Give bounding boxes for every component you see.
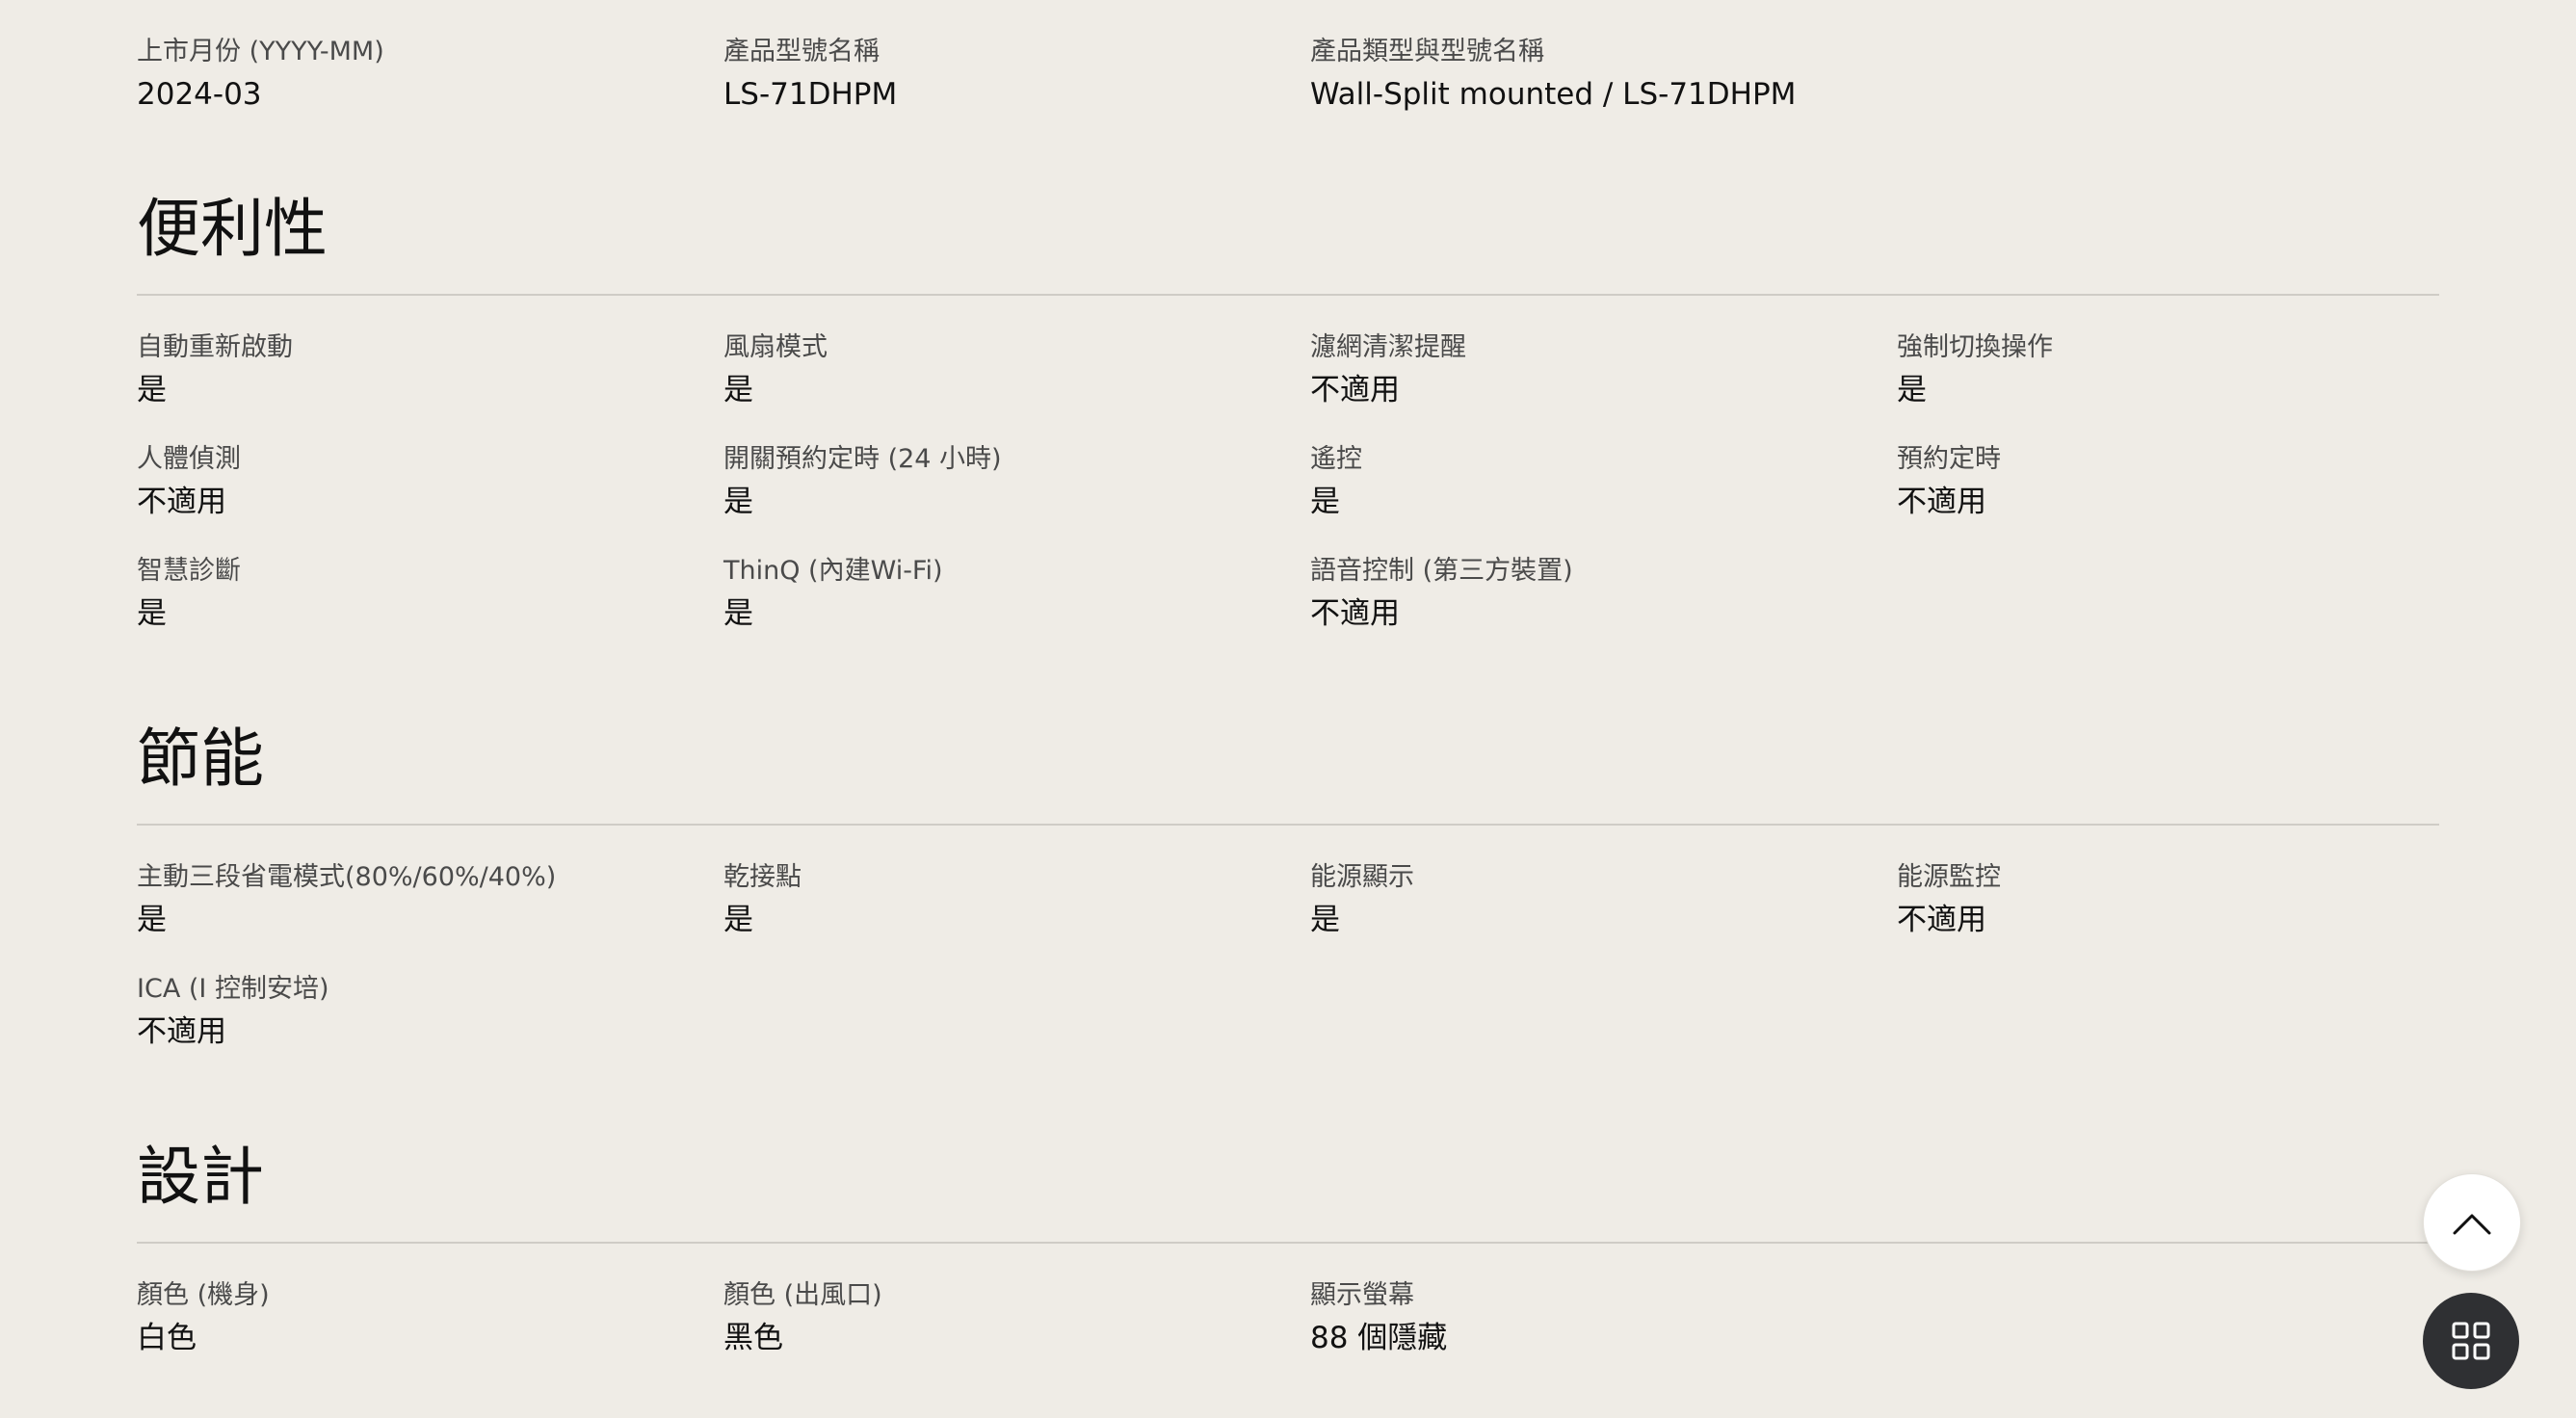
spec-value: 是 xyxy=(723,373,753,407)
product-info-grid: 上市月份 (YYYY-MM) 2024-03 產品型號名稱 LS-71DHPM … xyxy=(137,0,2439,110)
spec-item-product-type: 產品類型與型號名稱 Wall-Split mounted / LS-71DHPM xyxy=(1310,0,1897,110)
spec-label: 產品型號名稱 xyxy=(723,37,880,66)
spec-item: 乾接點 是 xyxy=(723,826,1310,937)
spec-label: 能源顯示 xyxy=(1310,862,1414,892)
spec-value: 不適用 xyxy=(1310,596,1400,631)
spec-value: 是 xyxy=(723,903,753,937)
spec-grid: 主動三段省電模式(80%/60%/40%) 是 乾接點 是 能源顯示 是 能源監… xyxy=(137,826,2439,1049)
spec-item: 語音控制 (第三方裝置) 不適用 xyxy=(1310,519,1897,631)
spec-item: 自動重新啟動 是 xyxy=(137,296,723,407)
grid-icon xyxy=(2452,1322,2490,1360)
spec-label: 顏色 (機身) xyxy=(137,1280,270,1310)
scroll-to-top-button[interactable] xyxy=(2423,1173,2521,1272)
spec-value: 白色 xyxy=(137,1321,197,1355)
spec-item: 能源顯示 是 xyxy=(1310,826,1897,937)
spec-label: 乾接點 xyxy=(723,862,802,892)
spec-value: 是 xyxy=(1897,373,1927,407)
spec-value: 不適用 xyxy=(137,1014,226,1049)
spec-item: 遙控 是 xyxy=(1310,407,1897,519)
spec-item-launch-month: 上市月份 (YYYY-MM) 2024-03 xyxy=(137,0,723,110)
spec-value: 是 xyxy=(137,903,167,937)
spec-value: 是 xyxy=(723,485,753,519)
spec-value: 是 xyxy=(723,596,753,631)
spec-value: 是 xyxy=(1310,485,1340,519)
spec-value: 黑色 xyxy=(723,1321,783,1355)
spec-label: 產品類型與型號名稱 xyxy=(1310,37,1544,66)
spec-value: LS-71DHPM xyxy=(723,77,898,112)
spec-label: 人體偵測 xyxy=(137,444,241,474)
spec-item-model-name: 產品型號名稱 LS-71DHPM xyxy=(723,0,1310,110)
spec-value: Wall-Split mounted / LS-71DHPM xyxy=(1310,77,1797,112)
section-convenience: 便利性 自動重新啟動 是 風扇模式 是 濾網清潔提醒 不適用 強制切換操作 是 … xyxy=(137,197,2439,631)
spec-label: ThinQ (內建Wi-Fi) xyxy=(723,556,943,586)
section-title: 節能 xyxy=(137,722,264,796)
spec-item: 顏色 (出風口) 黑色 xyxy=(723,1244,1310,1355)
spec-label: 上市月份 (YYYY-MM) xyxy=(137,37,384,66)
spec-item: 能源監控 不適用 xyxy=(1897,826,2439,937)
spec-item: ICA (I 控制安培) 不適用 xyxy=(137,937,723,1049)
section-design: 設計 顏色 (機身) 白色 顏色 (出風口) 黑色 顯示螢幕 88 個隱藏 xyxy=(137,1145,2439,1355)
spec-item: 主動三段省電模式(80%/60%/40%) 是 xyxy=(137,826,723,937)
spec-value: 是 xyxy=(1310,903,1340,937)
spec-label: 強制切換操作 xyxy=(1897,332,2053,362)
quick-menu-button[interactable] xyxy=(2423,1293,2519,1389)
spec-grid: 自動重新啟動 是 風扇模式 是 濾網清潔提醒 不適用 強制切換操作 是 人體偵測… xyxy=(137,296,2439,631)
spec-item: 濾網清潔提醒 不適用 xyxy=(1310,296,1897,407)
spec-label: 自動重新啟動 xyxy=(137,332,293,362)
spec-item: 風扇模式 是 xyxy=(723,296,1310,407)
spec-item: ThinQ (內建Wi-Fi) 是 xyxy=(723,519,1310,631)
spec-item: 人體偵測 不適用 xyxy=(137,407,723,519)
chevron-up-icon xyxy=(2453,1214,2491,1235)
spec-item: 顯示螢幕 88 個隱藏 xyxy=(1310,1244,1897,1355)
spec-grid: 顏色 (機身) 白色 顏色 (出風口) 黑色 顯示螢幕 88 個隱藏 xyxy=(137,1244,2439,1355)
section-title: 設計 xyxy=(137,1140,264,1214)
spec-label: 風扇模式 xyxy=(723,332,828,362)
section-title: 便利性 xyxy=(137,192,328,266)
spec-label: 能源監控 xyxy=(1897,862,2001,892)
section-energy: 節能 主動三段省電模式(80%/60%/40%) 是 乾接點 是 能源顯示 是 … xyxy=(137,727,2439,1049)
spec-value: 2024-03 xyxy=(137,77,262,112)
spec-item: 預約定時 不適用 xyxy=(1897,407,2439,519)
spec-label: 遙控 xyxy=(1310,444,1362,474)
spec-label: 開關預約定時 (24 小時) xyxy=(723,444,1002,474)
spec-item: 開關預約定時 (24 小時) 是 xyxy=(723,407,1310,519)
spec-label: 顏色 (出風口) xyxy=(723,1280,882,1310)
spec-label: 智慧診斷 xyxy=(137,556,241,586)
spec-value: 是 xyxy=(137,596,167,631)
spec-value: 不適用 xyxy=(1897,485,1986,519)
spec-value: 88 個隱藏 xyxy=(1310,1321,1448,1355)
spec-value: 不適用 xyxy=(1897,903,1986,937)
spec-item: 智慧診斷 是 xyxy=(137,519,723,631)
spec-item: 強制切換操作 是 xyxy=(1897,296,2439,407)
spec-label: 濾網清潔提醒 xyxy=(1310,332,1466,362)
spec-value: 不適用 xyxy=(1310,373,1400,407)
spec-label: 預約定時 xyxy=(1897,444,2001,474)
spec-value: 是 xyxy=(137,373,167,407)
spec-label: 顯示螢幕 xyxy=(1310,1280,1414,1310)
spec-value: 不適用 xyxy=(137,485,226,519)
spec-label: 語音控制 (第三方裝置) xyxy=(1310,556,1573,586)
spec-item: 顏色 (機身) 白色 xyxy=(137,1244,723,1355)
spec-label: 主動三段省電模式(80%/60%/40%) xyxy=(137,862,557,892)
spec-label: ICA (I 控制安培) xyxy=(137,974,329,1004)
